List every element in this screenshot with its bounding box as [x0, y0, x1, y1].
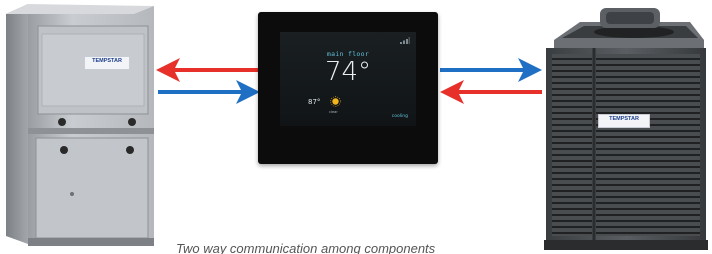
set-temperature: 74°	[324, 57, 372, 87]
weather-text: clear	[329, 110, 338, 114]
sun-icon	[330, 96, 341, 107]
signal-icon	[400, 37, 410, 44]
thermostat: main floor 74° 87° clear cooling	[258, 12, 438, 164]
outdoor-temperature: 87°	[308, 98, 321, 106]
arrow-condenser-to-thermostat	[440, 80, 542, 104]
arrow-thermostat-to-furnace	[156, 58, 258, 82]
caption: Two way communication among components	[176, 241, 436, 254]
mode-text: cooling	[391, 114, 408, 119]
thermostat-screen: main floor 74° 87° clear cooling	[280, 32, 416, 126]
condenser-body	[544, 8, 708, 250]
arrow-thermostat-to-condenser	[440, 58, 542, 82]
diagram: TEMPSTAR main floor 74° 87° clear coolin…	[0, 0, 712, 254]
arrow-furnace-to-thermostat	[158, 80, 260, 104]
condenser-brand-plate: TEMPSTAR	[598, 114, 650, 128]
condenser: TEMPSTAR	[540, 4, 708, 252]
